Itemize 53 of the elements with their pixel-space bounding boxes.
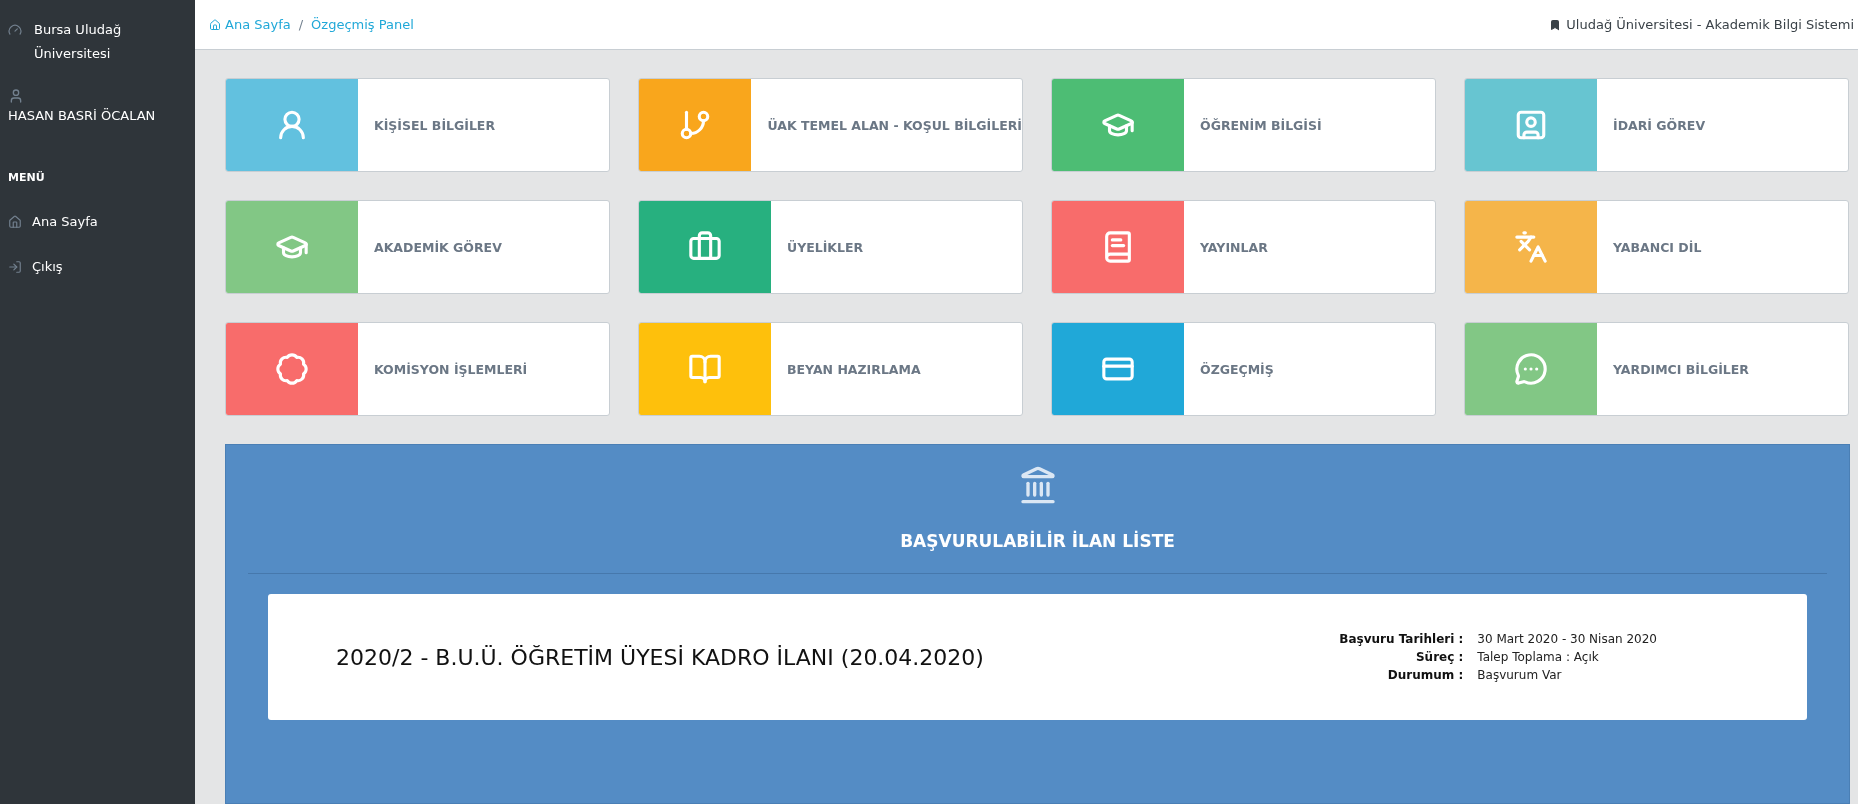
bookmark-icon [1549, 18, 1562, 31]
menu-tile[interactable]: YAYINLAR [1051, 200, 1436, 294]
tile-label: ÖĞRENİM BİLGİSİ [1200, 117, 1322, 133]
breadcrumb-separator: / [298, 17, 304, 32]
detail-label: Başvuru Tarihleri : [1339, 632, 1464, 646]
brand-name: Bursa Uludağ Üniversitesi [34, 21, 123, 63]
tile-label: KOMİSYON İŞLEMLERİ [374, 361, 528, 377]
user-name: HASAN BASRİ ÖCALAN [8, 108, 157, 123]
tile-label: BEYAN HAZIRLAMA [787, 361, 921, 377]
menu-tile[interactable]: İDARİ GÖREV [1464, 78, 1849, 172]
chat-bubble-icon [1514, 352, 1548, 386]
detail-label: Süreç : [1414, 650, 1464, 664]
translate-icon [1514, 230, 1548, 264]
menu-heading: MENÜ [8, 171, 46, 184]
tile-label: YAYINLAR [1200, 239, 1268, 255]
detail-value: Başvurum Var [1477, 668, 1563, 682]
sidebar-item[interactable]: Ana Sayfa [8, 214, 187, 229]
home-icon [8, 214, 22, 229]
breadcrumb-link[interactable]: Ana Sayfa [209, 17, 291, 32]
panel-title: BAŞVURULABİLİR İLAN LİSTE [900, 531, 1175, 551]
gauge-icon [8, 23, 22, 37]
detail-label: Durumum : [1386, 668, 1464, 682]
menu-tile[interactable]: YARDIMCI BİLGİLER [1464, 322, 1849, 416]
tile-label: ÜAK TEMEL ALAN - KOŞUL BİLGİLERİ [767, 117, 1022, 133]
menu-tile[interactable]: YABANCI DİL [1464, 200, 1849, 294]
menu-tile[interactable]: AKADEMİK GÖREV [225, 200, 610, 294]
announcement-title: 2020/2 - B.U.Ü. ÖĞRETİM ÜYESİ KADRO İLANI (20.04.2020) [336, 644, 984, 670]
tile-label: YABANCI DİL [1613, 239, 1702, 255]
menu-tile[interactable]: ÜAK TEMEL ALAN - KOŞUL BİLGİLERİ [638, 78, 1023, 172]
detail-value: 30 Mart 2020 - 30 Nisan 2020 [1477, 632, 1657, 646]
starburst-icon [275, 352, 309, 386]
sidebar-item[interactable]: Çıkış [8, 259, 187, 274]
system-title: Uludağ Üniversitesi - Akademik Bilgi Sistemi [1566, 17, 1854, 32]
tile-label: AKADEMİK GÖREV [374, 239, 502, 255]
user-icon [8, 88, 24, 104]
logout-icon [8, 259, 22, 274]
home-icon [209, 18, 221, 31]
open-book-icon [688, 352, 722, 386]
menu-tile[interactable]: KİŞİSEL BİLGİLER [225, 78, 610, 172]
announcement-card[interactable]: 2020/2 - B.U.Ü. ÖĞRETİM ÜYESİ KADRO İLANI (20.04.2020) Başvuru Tarihleri : 30 Mart 2020 - 30 Nisan 2020 Süreç : Talep Toplama : Açık Durumum : Başvurum Var [268, 594, 1807, 720]
tile-label: İDARİ GÖREV [1613, 117, 1706, 133]
breadcrumb-link[interactable]: Özgeçmiş Panel [311, 17, 414, 32]
menu-tile[interactable]: ÖĞRENİM BİLGİSİ [1051, 78, 1436, 172]
tile-label: ÜYELİKLER [787, 239, 864, 255]
menu-tile[interactable]: KOMİSYON İŞLEMLERİ [225, 322, 610, 416]
menu-tile[interactable]: ÜYELİKLER [638, 200, 1023, 294]
detail-value: Talep Toplama : Açık [1477, 650, 1600, 664]
menu-tile[interactable]: BEYAN HAZIRLAMA [638, 322, 1023, 416]
menu-tile[interactable]: ÖZGEÇMİŞ [1051, 322, 1436, 416]
tile-label: ÖZGEÇMİŞ [1200, 361, 1274, 377]
tile-label: YARDIMCI BİLGİLER [1613, 361, 1749, 377]
person-icon [1514, 108, 1548, 142]
tile-label: KİŞİSEL BİLGİLER [374, 117, 496, 133]
